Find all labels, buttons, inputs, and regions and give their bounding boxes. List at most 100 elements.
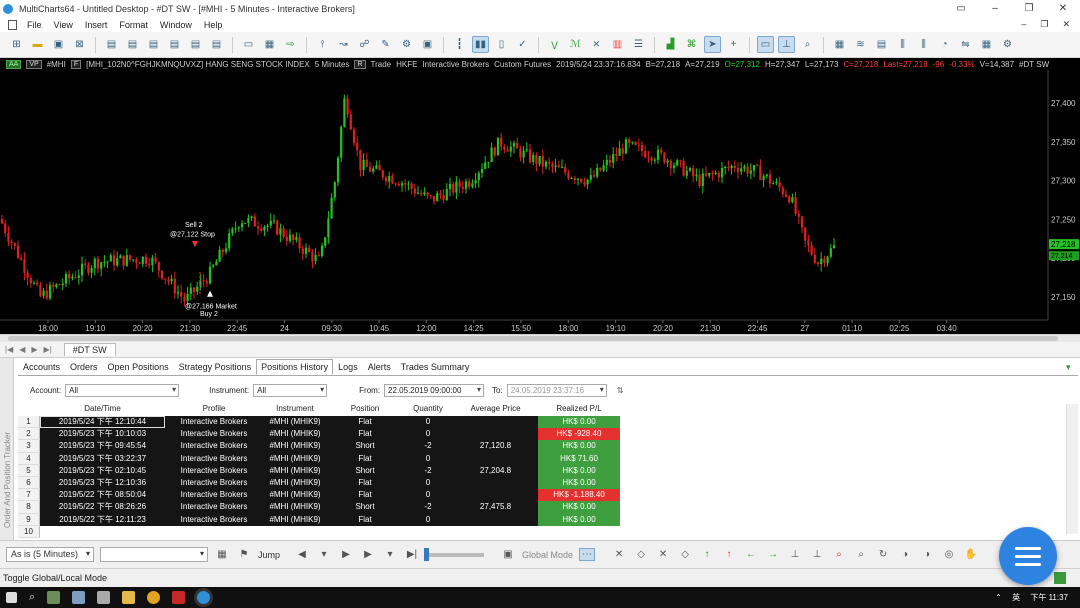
speed-slider-knob[interactable] xyxy=(424,547,430,561)
scanner-icon[interactable]: ⫼ xyxy=(915,36,932,53)
table-row[interactable]: 4 2019/5/23 下午 03:22:37 Interactive Broker… xyxy=(18,452,1068,465)
calendar-icon[interactable]: ▦ xyxy=(214,549,230,560)
rewind-icon[interactable]: ◀ xyxy=(294,549,310,560)
tab-dt-sw[interactable]: #DT SW xyxy=(63,343,116,356)
crosshair-icon[interactable]: + xyxy=(725,36,742,53)
tab-trades-summary[interactable]: Trades Summary xyxy=(396,359,475,375)
new-chart-icon[interactable]: ▤ xyxy=(103,36,120,53)
global-mode-button[interactable]: Global Mode xyxy=(522,550,573,560)
col-quantity[interactable]: Quantity xyxy=(403,404,453,416)
pin-icon[interactable]: ▾ xyxy=(1066,362,1071,373)
global-mode-icon[interactable]: ▣ xyxy=(500,549,516,560)
auto-adjust-badge[interactable]: AA xyxy=(6,59,22,69)
explorer-icon[interactable] xyxy=(122,591,136,604)
pointer-icon[interactable]: ➤ xyxy=(704,36,721,53)
broker-icon[interactable]: ⇋ xyxy=(957,36,974,53)
tab-positions-history[interactable]: Positions History xyxy=(256,359,334,375)
play-icon[interactable]: ▶ xyxy=(338,549,354,560)
hollow-candle-icon[interactable]: ▯ xyxy=(493,36,510,53)
new-scanner-icon[interactable]: ▤ xyxy=(124,36,141,53)
stretch-icon[interactable]: ◇ xyxy=(677,549,693,560)
speed-slider[interactable] xyxy=(424,547,485,561)
scale-down-icon[interactable]: ⊥ xyxy=(809,549,825,560)
insert-drawing-icon[interactable]: ✎ xyxy=(377,36,394,53)
app-icon-2[interactable] xyxy=(72,591,86,604)
layers-icon[interactable]: ◑ xyxy=(919,549,935,560)
instrument-select[interactable]: All xyxy=(253,383,328,397)
col-instrument[interactable]: Instrument xyxy=(263,404,327,416)
jump-date-input[interactable] xyxy=(100,547,208,562)
market-depth-icon[interactable]: ⫼ xyxy=(894,36,911,53)
step-dropdown-icon[interactable]: ▾ xyxy=(382,549,398,560)
new-desktop-icon[interactable]: ⊞ xyxy=(8,36,25,53)
calculator-icon[interactable] xyxy=(97,591,111,604)
reset-icon[interactable]: ↻ xyxy=(875,549,891,560)
compress-icon[interactable]: ✕ xyxy=(655,549,671,560)
windows-start-icon[interactable] xyxy=(6,592,17,603)
menu-view[interactable]: View xyxy=(48,20,79,30)
mdi-close-icon[interactable]: ✕ xyxy=(1062,19,1070,30)
back-dropdown-icon[interactable]: ▾ xyxy=(316,549,332,560)
arrow-down-icon[interactable]: ↑ xyxy=(721,549,737,560)
menu-file[interactable]: File xyxy=(21,20,48,30)
ime-indicator[interactable]: 英 xyxy=(1012,593,1020,602)
new-dom-icon[interactable]: ▤ xyxy=(145,36,162,53)
restore-icon[interactable]: ❐ xyxy=(1012,3,1046,14)
link-mode-icon[interactable]: ⋯ xyxy=(579,548,596,561)
arrow-up-icon[interactable]: ↑ xyxy=(699,549,715,560)
end-icon[interactable]: ▶| xyxy=(404,549,420,560)
table-row[interactable]: 1 2019/5/24 下午 12:10:44 Interactive Broker… xyxy=(18,416,1068,429)
table-row[interactable]: 3 2019/5/23 下午 09:45:54 Interactive Broker… xyxy=(18,440,1068,453)
from-date-input[interactable]: 22.05.2019 09:00:00 xyxy=(384,383,485,397)
chart-trading-icon[interactable]: ≋ xyxy=(852,36,869,53)
mdi-restore-icon[interactable]: ❐ xyxy=(1040,19,1048,30)
tab-strategy-positions[interactable]: Strategy Positions xyxy=(174,359,257,375)
chart-canvas[interactable]: 27,40027,35027,30027,25027,20027,15018:0… xyxy=(0,70,1080,334)
data-tips-icon[interactable]: ▭ xyxy=(757,36,774,53)
menu-window[interactable]: Window xyxy=(154,20,198,30)
table-row[interactable]: 10 xyxy=(18,525,1068,538)
bar-style-icon[interactable]: ┇ xyxy=(451,36,468,53)
step-icon[interactable]: ▶ xyxy=(360,549,376,560)
col-datetime[interactable]: Date/Time xyxy=(40,404,165,416)
refresh-filter-icon[interactable]: ⇅ xyxy=(617,386,624,395)
cursor-line-icon[interactable]: ⊥ xyxy=(778,36,795,53)
study-icon[interactable]: Ｖ xyxy=(546,36,563,53)
bars-chart-icon[interactable]: ▟ xyxy=(662,36,679,53)
expand-icon[interactable]: ◇ xyxy=(633,549,649,560)
insert-signal-icon[interactable]: ☍ xyxy=(356,36,373,53)
app-icon-red[interactable] xyxy=(172,591,186,604)
new-report-icon[interactable]: ▤ xyxy=(208,36,225,53)
menu-help[interactable]: Help xyxy=(198,20,229,30)
jump-icon[interactable]: ⚑ xyxy=(236,549,252,560)
candlestick-style-icon[interactable]: ▮▮ xyxy=(472,36,489,53)
account-select[interactable]: All xyxy=(65,383,180,397)
col-realized-pl[interactable]: Realized P/L xyxy=(538,404,620,416)
prev-tab-icon[interactable]: ◀ xyxy=(19,345,25,354)
dom-icon[interactable]: ▦ xyxy=(831,36,848,53)
table-row[interactable]: 6 2019/5/23 下午 12:10:36 Interactive Broker… xyxy=(18,476,1068,490)
arrow-left-icon[interactable]: ← xyxy=(743,549,759,560)
insert-strategy-icon[interactable]: ↝ xyxy=(335,36,352,53)
workspace-icon[interactable]: ▦ xyxy=(978,36,995,53)
format-window-icon[interactable]: ▣ xyxy=(419,36,436,53)
multicharts-taskbar-icon[interactable] xyxy=(197,591,211,604)
menu-format[interactable]: Format xyxy=(113,20,154,30)
chart-scrollbar[interactable] xyxy=(0,334,1080,342)
magnet-icon[interactable]: ◑ xyxy=(897,549,913,560)
snap-icon[interactable]: ▭ xyxy=(944,3,978,14)
format-button[interactable]: F xyxy=(70,59,82,69)
export-icon[interactable]: ⇨ xyxy=(282,36,299,53)
col-position[interactable]: Position xyxy=(327,404,403,416)
zoom-in-icon[interactable]: ⌕ xyxy=(831,549,847,560)
open-folder-icon[interactable]: ▬ xyxy=(29,36,46,53)
volume-icon[interactable]: ▥ xyxy=(609,36,626,53)
arrow-right-icon[interactable]: → xyxy=(765,549,781,560)
alerts-icon[interactable]: ◔ xyxy=(936,36,953,53)
close-icon[interactable]: ✕ xyxy=(1046,3,1080,14)
to-date-input[interactable]: 24.05.2019 23:37:16 xyxy=(506,383,607,397)
first-tab-icon[interactable]: |◀ xyxy=(5,345,13,354)
tab-orders[interactable]: Orders xyxy=(65,359,103,375)
trend-icon[interactable]: ℳ xyxy=(567,36,584,53)
clock[interactable]: 下午 11:37 xyxy=(1030,593,1068,602)
